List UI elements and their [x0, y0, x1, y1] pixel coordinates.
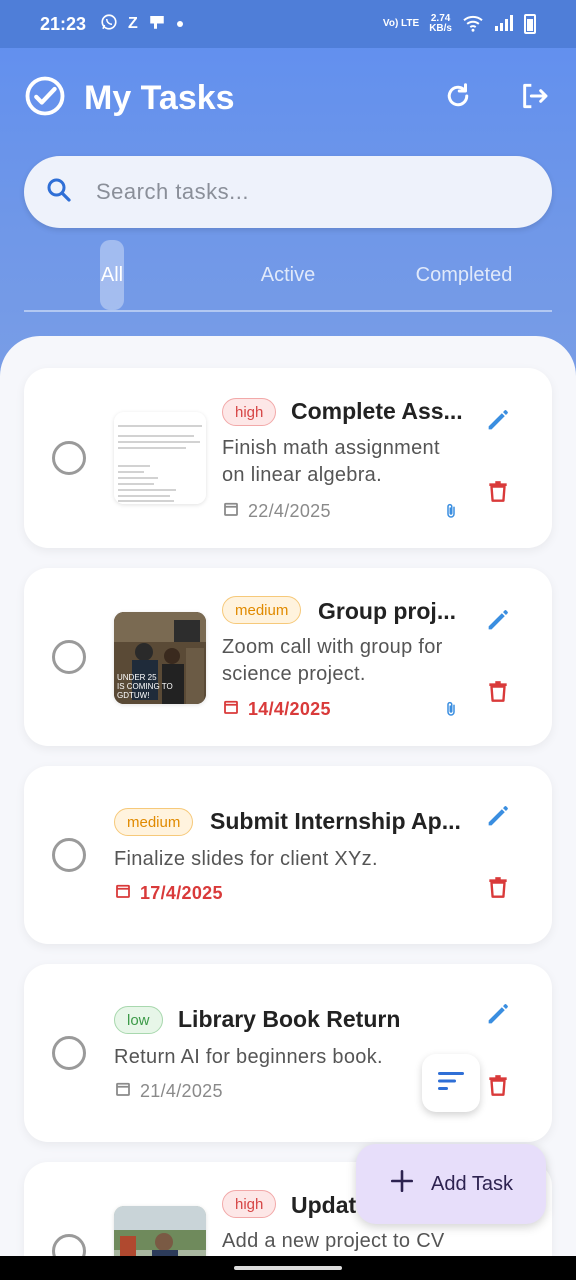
trash-icon	[485, 1072, 511, 1105]
network-label: Vo) LTE	[382, 18, 420, 29]
tab-all[interactable]: All	[100, 240, 124, 310]
task-description: Finish math assignment on linear algebra…	[222, 437, 440, 486]
task-card[interactable]: UNDER 25 IS COMING TO GDTUW! medium Grou…	[24, 568, 552, 746]
signal-icon	[494, 14, 514, 35]
task-due-date: 14/4/2025	[222, 698, 331, 721]
pencil-icon	[484, 406, 512, 439]
task-due-date: 22/4/2025	[222, 500, 331, 523]
pencil-icon	[484, 1000, 512, 1033]
calendar-icon	[114, 882, 132, 905]
task-title: Library Book Return	[178, 1006, 401, 1032]
search-icon	[44, 175, 74, 210]
delete-button[interactable]	[480, 476, 516, 512]
filter-tabs: All Active Completed	[24, 240, 552, 312]
refresh-icon	[443, 81, 473, 116]
task-description: Finalize slides for client XYz.	[114, 848, 378, 870]
attachment-icon	[442, 698, 460, 725]
svg-text:IS COMING TO: IS COMING TO	[117, 682, 173, 691]
task-title: Complete Ass...	[291, 398, 463, 424]
system-nav-bar	[0, 1256, 576, 1280]
task-description: Return AI for beginners book.	[114, 1046, 383, 1068]
task-due-date: 17/4/2025	[114, 882, 223, 905]
logout-icon	[518, 80, 550, 117]
refresh-button[interactable]	[440, 80, 476, 116]
calendar-icon	[222, 500, 240, 523]
battery-icon	[524, 14, 536, 34]
edit-button[interactable]	[480, 604, 516, 640]
task-card[interactable]: low Library Book Return Return AI for be…	[24, 964, 552, 1142]
svg-text:UNDER 25: UNDER 25	[117, 673, 157, 682]
photo-preview: UNDER 25 IS COMING TO GDTUW!	[114, 612, 206, 704]
whatsapp-icon	[100, 13, 118, 36]
task-title: Submit Internship Ap...	[210, 808, 461, 834]
app-actions	[440, 80, 552, 116]
priority-badge: high	[222, 398, 277, 426]
wifi-icon	[462, 14, 484, 35]
priority-badge: medium	[222, 596, 302, 624]
search-input[interactable]	[96, 179, 516, 205]
edit-button[interactable]	[480, 998, 516, 1034]
document-preview	[114, 412, 206, 504]
sort-icon	[436, 1070, 466, 1097]
z-icon: Z	[128, 15, 138, 32]
edit-button[interactable]	[480, 800, 516, 836]
priority-badge: medium	[114, 808, 194, 836]
speed-indicator: 2.74 KB/s	[429, 13, 452, 34]
pencil-icon	[484, 802, 512, 835]
tab-active[interactable]: Active	[244, 240, 332, 310]
edit-button[interactable]	[480, 404, 516, 440]
dot-icon	[176, 15, 184, 33]
priority-badge: low	[114, 1006, 163, 1034]
add-task-button[interactable]: Add Task	[356, 1144, 546, 1224]
page-title: My Tasks	[84, 78, 235, 117]
complete-toggle[interactable]	[52, 838, 86, 872]
delete-button[interactable]	[480, 1070, 516, 1106]
complete-toggle[interactable]	[52, 441, 86, 475]
calendar-icon	[114, 1080, 132, 1103]
notification-icons: Z	[100, 13, 184, 36]
task-thumbnail[interactable]: UNDER 25 IS COMING TO GDTUW!	[114, 612, 206, 704]
trash-icon	[485, 874, 511, 907]
task-title: Group proj...	[318, 598, 456, 624]
status-bar: 21:23 Z Vo) LTE 2.74 KB/s	[0, 0, 576, 48]
status-right-icons: Vo) LTE 2.74 KB/s	[383, 14, 536, 35]
plus-icon	[389, 1168, 415, 1200]
tab-completed[interactable]: Completed	[404, 240, 524, 310]
pencil-icon	[484, 606, 512, 639]
svg-text:GDTUW!: GDTUW!	[117, 691, 149, 700]
task-card[interactable]: medium Submit Internship Ap... Finalize …	[24, 766, 552, 944]
attachment-icon	[442, 500, 460, 527]
complete-toggle[interactable]	[52, 1036, 86, 1070]
status-time: 21:23	[40, 13, 87, 34]
home-handle[interactable]	[234, 1266, 342, 1270]
trash-icon	[485, 678, 511, 711]
task-description: Add a new project to CV	[222, 1230, 445, 1252]
add-task-label: Add Task	[431, 1172, 513, 1195]
delete-button[interactable]	[480, 676, 516, 712]
photo-preview	[114, 1206, 206, 1256]
delete-button[interactable]	[480, 872, 516, 908]
task-due-date: 21/4/2025	[114, 1080, 223, 1103]
logout-button[interactable]	[516, 80, 552, 116]
app-icon	[148, 13, 166, 36]
check-circle-icon	[24, 75, 66, 122]
search-bar[interactable]	[24, 156, 552, 228]
calendar-icon	[222, 698, 240, 721]
priority-badge: high	[222, 1190, 277, 1218]
task-description: Zoom call with group for science project…	[222, 636, 443, 685]
trash-icon	[485, 478, 511, 511]
task-thumbnail[interactable]	[114, 412, 206, 504]
complete-toggle[interactable]	[52, 1234, 86, 1256]
complete-toggle[interactable]	[52, 640, 86, 674]
sort-button[interactable]	[422, 1054, 480, 1112]
app-bar: My Tasks	[24, 70, 552, 126]
task-card[interactable]: high Complete Ass... Finish math assignm…	[24, 368, 552, 548]
task-thumbnail[interactable]	[114, 1206, 206, 1256]
